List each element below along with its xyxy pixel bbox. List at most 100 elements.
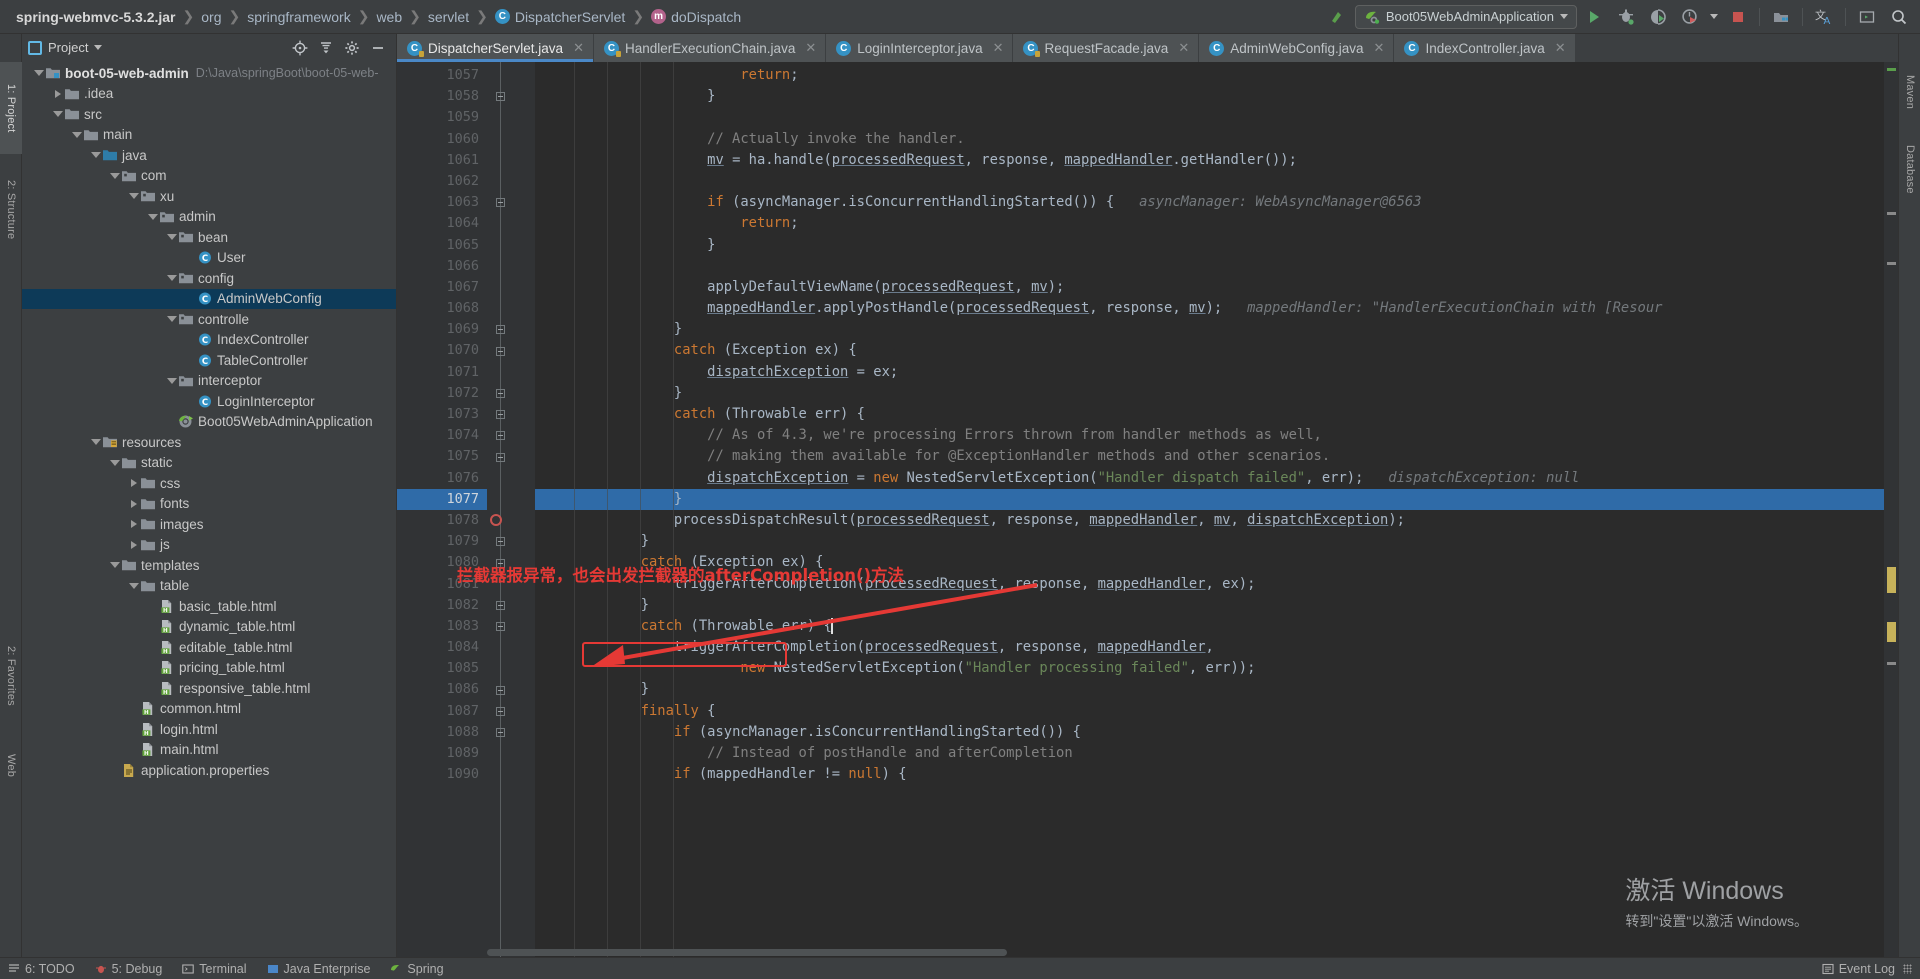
- profiler-button[interactable]: [1675, 4, 1705, 30]
- tree-node-dynamic-table-html[interactable]: Hdynamic_table.html: [22, 617, 396, 638]
- code-line-1065[interactable]: }: [535, 235, 1884, 256]
- chevron-down-icon[interactable]: [127, 193, 140, 200]
- breadcrumb-item-0[interactable]: spring-webmvc-5.3.2.jar: [10, 9, 182, 25]
- chevron-down-icon[interactable]: [51, 111, 64, 118]
- tree-node-editable-table-html[interactable]: Heditable_table.html: [22, 637, 396, 658]
- code-line-1075[interactable]: // making them available for @ExceptionH…: [535, 446, 1884, 467]
- tree-node-user[interactable]: C User: [22, 248, 396, 269]
- fold-toggle-icon[interactable]: [496, 346, 505, 356]
- stop-button[interactable]: [1723, 4, 1753, 30]
- chevron-down-icon[interactable]: [165, 316, 178, 323]
- chevron-down-icon[interactable]: [127, 582, 140, 589]
- tree-node-interceptor[interactable]: interceptor: [22, 371, 396, 392]
- tree-node-java[interactable]: java: [22, 145, 396, 166]
- fold-toggle-icon[interactable]: [496, 601, 505, 610]
- translate-button[interactable]: 文 A: [1809, 4, 1839, 30]
- collapse-all-icon[interactable]: [318, 40, 334, 56]
- chevron-right-icon[interactable]: [127, 520, 140, 529]
- tree-node-application-properties[interactable]: application.properties: [22, 760, 396, 781]
- chevron-down-icon[interactable]: [70, 131, 83, 138]
- tree-node-boot-05-web-admin[interactable]: boot-05-web-admin D:\Java\springBoot\boot…: [22, 63, 396, 84]
- status-item-java-enterprise[interactable]: Java Enterprise: [267, 962, 370, 976]
- chevron-down-icon[interactable]: [94, 45, 103, 50]
- code-line-1076[interactable]: dispatchException = new NestedServletExc…: [535, 468, 1884, 489]
- breadcrumb-item-1[interactable]: org: [195, 9, 227, 25]
- editor-tab-handlerexecutionchain-java[interactable]: C HandlerExecutionChain.java ✕: [593, 34, 827, 62]
- gear-icon[interactable]: [344, 40, 360, 56]
- breadcrumb-item-3[interactable]: web: [370, 9, 408, 25]
- terminal-button[interactable]: [1852, 4, 1882, 30]
- tree-node-login-html[interactable]: Hlogin.html: [22, 719, 396, 740]
- chevron-down-icon[interactable]: [108, 562, 121, 569]
- fold-toggle-icon[interactable]: [496, 452, 505, 462]
- code-line-1057[interactable]: return;: [535, 65, 1884, 86]
- code-line-1068[interactable]: mappedHandler.applyPostHandle(processedR…: [535, 298, 1884, 319]
- chevron-down-icon[interactable]: [89, 152, 102, 159]
- run-button[interactable]: [1579, 4, 1609, 30]
- fold-toggle-icon[interactable]: [496, 728, 505, 738]
- code-line-1072[interactable]: }: [535, 383, 1884, 404]
- tree-node-admin[interactable]: admin: [22, 207, 396, 228]
- chevron-right-icon[interactable]: [51, 89, 64, 98]
- tree-node-css[interactable]: css: [22, 473, 396, 494]
- code-line-1062[interactable]: [535, 171, 1884, 192]
- run-configuration-selector[interactable]: Boot05WebAdminApplication: [1354, 4, 1577, 29]
- error-stripe-marker-bar[interactable]: [1884, 62, 1898, 957]
- code-line-1077[interactable]: }: [535, 488, 1884, 510]
- close-icon[interactable]: ✕: [1555, 40, 1566, 56]
- close-icon[interactable]: ✕: [1178, 40, 1189, 56]
- sidebar-item-maven[interactable]: Maven: [1899, 62, 1920, 122]
- chevron-down-icon[interactable]: [1560, 14, 1568, 19]
- chevron-down-icon[interactable]: [165, 377, 178, 384]
- tree-node-common-html[interactable]: Hcommon.html: [22, 699, 396, 720]
- code-line-1071[interactable]: dispatchException = ex;: [535, 362, 1884, 383]
- editor-tab-indexcontroller-java[interactable]: C IndexController.java ✕: [1394, 34, 1576, 62]
- breadcrumb-item-5[interactable]: C DispatcherServlet: [489, 9, 632, 25]
- tree-node-resources[interactable]: resources: [22, 432, 396, 453]
- fold-toggle-icon[interactable]: [496, 537, 505, 547]
- code-line-1063[interactable]: if (asyncManager.isConcurrentHandlingSta…: [535, 192, 1884, 213]
- fold-toggle-icon[interactable]: [496, 410, 505, 420]
- chevron-down-icon[interactable]: [146, 213, 159, 220]
- tree-node-src[interactable]: src: [22, 104, 396, 125]
- breadcrumb-item-6[interactable]: m doDispatch: [645, 9, 747, 25]
- chevron-down-icon[interactable]: [165, 275, 178, 282]
- code-line-1078[interactable]: processDispatchResult(processedRequest, …: [535, 510, 1884, 531]
- close-icon[interactable]: ✕: [1374, 40, 1385, 56]
- breadcrumb-item-4[interactable]: servlet: [422, 9, 475, 25]
- fold-toggle-icon[interactable]: [496, 685, 505, 695]
- tree-node-responsive-table-html[interactable]: Hresponsive_table.html: [22, 678, 396, 699]
- code-line-1066[interactable]: [535, 256, 1884, 277]
- hide-icon[interactable]: [370, 40, 386, 56]
- sidebar-item-project[interactable]: 1: Project: [0, 62, 22, 154]
- fold-toggle-icon[interactable]: [496, 92, 505, 102]
- code-line-1073[interactable]: catch (Throwable err) {: [535, 404, 1884, 425]
- locate-icon[interactable]: [292, 40, 308, 56]
- status-item-debug[interactable]: 5: Debug: [95, 962, 162, 976]
- code-line-1069[interactable]: }: [535, 319, 1884, 340]
- tree-node-bean[interactable]: bean: [22, 227, 396, 248]
- fold-gutter[interactable]: [487, 62, 515, 957]
- code-line-1058[interactable]: }: [535, 86, 1884, 107]
- jump-to-source-icon[interactable]: [1323, 4, 1353, 30]
- code-line-1082[interactable]: }: [535, 595, 1884, 616]
- tree-node-controlle[interactable]: controlle: [22, 309, 396, 330]
- search-everywhere-button[interactable]: [1884, 4, 1914, 30]
- status-item-terminal[interactable]: Terminal: [182, 962, 247, 976]
- close-icon[interactable]: ✕: [805, 40, 816, 56]
- tree-node--idea[interactable]: .idea: [22, 84, 396, 105]
- code-line-1060[interactable]: // Actually invoke the handler.: [535, 129, 1884, 150]
- tree-node-indexcontroller[interactable]: C IndexController: [22, 330, 396, 351]
- code-line-1090[interactable]: if (mappedHandler != null) {: [535, 764, 1884, 785]
- code-line-1086[interactable]: }: [535, 679, 1884, 700]
- tree-node-pricing-table-html[interactable]: Hpricing_table.html: [22, 658, 396, 679]
- tree-node-static[interactable]: static: [22, 453, 396, 474]
- chevron-down-icon[interactable]: [108, 172, 121, 179]
- tree-node-basic-table-html[interactable]: Hbasic_table.html: [22, 596, 396, 617]
- breadcrumb-item-2[interactable]: springframework: [241, 9, 356, 25]
- code-line-1061[interactable]: mv = ha.handle(processedRequest, respons…: [535, 150, 1884, 171]
- chevron-down-icon[interactable]: [32, 70, 45, 77]
- tree-node-logininterceptor[interactable]: C LoginInterceptor: [22, 391, 396, 412]
- project-panel-title-group[interactable]: Project: [28, 40, 103, 55]
- close-icon[interactable]: ✕: [573, 40, 584, 56]
